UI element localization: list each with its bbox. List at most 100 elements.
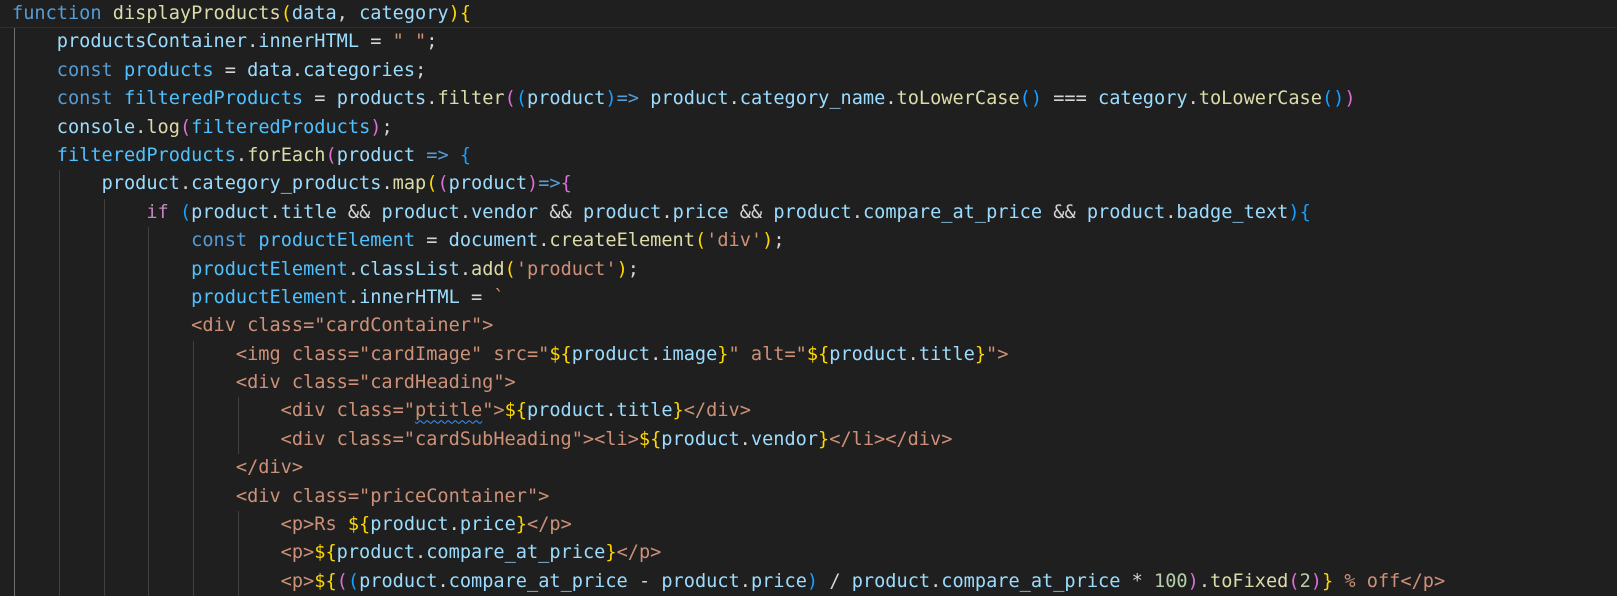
indent-guide [14,397,15,426]
code-token: products [123,59,214,81]
code-token: compare_at_price [941,570,1121,592]
code-token: productElement [258,230,416,252]
code-line[interactable]: productElement.innerHTML = ` [0,283,1617,313]
code-line[interactable]: <p>${product.compare_at_price}</p> [0,539,1617,568]
code-token: ( [426,173,438,195]
indent-guide [58,511,60,540]
code-token: " alt=" [728,343,807,365]
code-token: ( [280,3,292,24]
code-token: ) [1187,570,1199,592]
code-line[interactable]: productElement.classList.add('product'); [0,255,1617,284]
code-token: . [426,88,438,110]
code-token: = [459,286,494,308]
indent-guide [14,141,15,171]
indent-guide [148,340,150,370]
code-token: => [616,88,639,110]
code-token: title [918,343,975,365]
indent-guide [193,369,195,398]
code-token: 'div' [706,230,763,252]
code-token: && [728,201,774,223]
code-token: . [1165,201,1177,223]
indent-guide [14,113,15,142]
code-token: = [415,230,449,252]
code-token: ${ [504,400,527,422]
indent-guide [148,567,150,596]
code-token: . [269,201,281,223]
code-token: ) [448,3,460,24]
code-token: badge_text [1176,201,1289,223]
code-line[interactable]: productsContainer.innerHTML = " "; [0,28,1617,57]
code-token: 2 [1299,570,1311,592]
code-token: compare_at_price [862,201,1043,223]
code-editor[interactable]: function displayProducts(data, category)… [0,0,1617,596]
code-token: && [1042,201,1087,223]
indent-guide [103,397,105,426]
indent-guide [193,511,195,540]
code-line[interactable]: <div class="cardHeading"> [0,369,1617,398]
indent-guide [103,425,105,455]
indent-guide [193,340,195,370]
code-line[interactable]: const filteredProducts = products.filter… [0,85,1617,114]
code-line[interactable]: <p>Rs ${product.price}</p> [0,511,1617,540]
code-token: ( [504,88,516,110]
code-token: product [191,201,270,223]
code-line[interactable]: function displayProducts(data, category)… [0,0,1617,29]
indent-guide [58,397,60,426]
code-token: ; [426,31,438,53]
code-line[interactable]: if (product.title && product.vendor && p… [0,198,1617,228]
indent-guide [14,340,15,370]
indent-guide [148,227,150,256]
code-line[interactable]: <p>${((product.compare_at_price - produc… [0,567,1617,596]
code-token: document [448,230,539,252]
indent-guide [14,482,15,512]
code-token: . [907,343,919,365]
code-line[interactable]: console.log(filteredProducts); [0,113,1617,142]
code-token: product [336,542,416,564]
code-line[interactable]: filteredProducts.forEach(product => { [0,141,1617,171]
code-token: image [661,343,718,365]
code-token: ( [1288,570,1300,592]
code-line[interactable]: </div> [0,454,1617,483]
code-token: <p>Rs [280,514,348,536]
indent-guide [14,425,15,455]
indent-guide [193,539,195,568]
code-line[interactable]: <div class="ptitle">${product.title}</di… [0,397,1617,426]
code-line[interactable]: <div class="cardSubHeading"><li>${produc… [0,425,1617,455]
code-line[interactable]: <div class="priceContainer"> [0,482,1617,512]
code-token: product [661,570,740,592]
code-token: product [448,173,528,195]
indent-guide [148,511,150,540]
code-line[interactable]: product.category_products.map((product)=… [0,170,1617,199]
indent-guide [103,227,105,256]
code-line[interactable]: <img class="cardImage" src="${product.im… [0,340,1617,370]
code-token: . [930,570,942,592]
indent-guide [58,312,60,341]
code-token: . [459,201,472,223]
code-token: () [1321,88,1345,110]
code-token: } [974,343,987,365]
code-token: filter [437,88,505,110]
code-token: => [426,144,449,166]
code-line[interactable]: const products = data.categories; [0,56,1617,86]
code-token: product [381,201,460,223]
code-token: ; [415,59,427,81]
indent-guide [58,198,60,228]
indent-guide [14,170,15,199]
code-token: ) [1310,570,1322,592]
code-token: </p> [616,542,662,564]
code-line[interactable]: <div class="cardContainer"> [0,312,1617,341]
code-token: "> [986,343,1009,365]
code-token: data [247,59,292,81]
code-line[interactable]: const productElement = document.createEl… [0,227,1617,256]
indent-guide [14,369,15,398]
code-token: . [381,173,393,195]
code-token: ) [1344,88,1356,110]
